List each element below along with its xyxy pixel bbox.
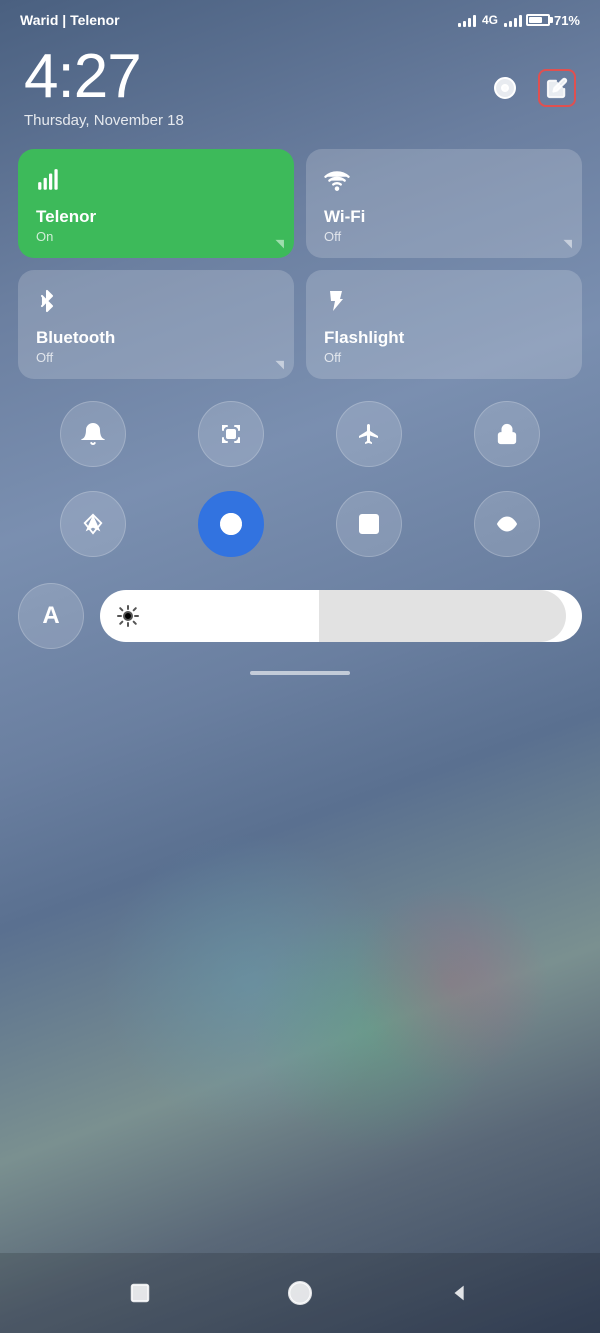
screenshot-btn[interactable] bbox=[198, 401, 264, 467]
wifi-label: Wi-Fi bbox=[324, 207, 564, 227]
time-icons bbox=[486, 69, 576, 107]
nav-bar bbox=[0, 1253, 600, 1333]
telenor-sublabel: On bbox=[36, 229, 276, 244]
font-label: A bbox=[42, 602, 59, 630]
bottom-row: A bbox=[0, 573, 600, 659]
home-indicator bbox=[0, 659, 600, 683]
location-btn[interactable] bbox=[60, 491, 126, 557]
tile-wifi[interactable]: Wi-Fi Off ◥ bbox=[306, 149, 582, 258]
time-section: 4:27 Thursday, November 18 bbox=[0, 36, 600, 149]
network-badge: 4G bbox=[482, 13, 498, 27]
nav-back-btn[interactable] bbox=[442, 1275, 478, 1311]
bluetooth-label: Bluetooth bbox=[36, 328, 276, 348]
bluetooth-sublabel: Off bbox=[36, 350, 276, 365]
signal-bars-1 bbox=[458, 13, 476, 27]
bar1 bbox=[504, 23, 507, 27]
scan-btn[interactable] bbox=[336, 491, 402, 557]
brightness-slider[interactable] bbox=[100, 590, 582, 642]
tiles-grid: Telenor On ◥ Wi-Fi Off ◥ bbox=[0, 149, 600, 379]
flashlight-label: Flashlight bbox=[324, 328, 564, 348]
brightness-track bbox=[116, 590, 566, 642]
bar3 bbox=[514, 18, 517, 27]
font-btn[interactable]: A bbox=[18, 583, 84, 649]
tile-telenor[interactable]: Telenor On ◥ bbox=[18, 149, 294, 258]
airplane-btn[interactable] bbox=[336, 401, 402, 467]
round-buttons-row-2 bbox=[0, 483, 600, 565]
sound-btn[interactable] bbox=[60, 401, 126, 467]
battery-icon bbox=[526, 14, 550, 26]
battery-percent: 71% bbox=[554, 13, 580, 28]
wifi-icon bbox=[324, 167, 564, 199]
bar4 bbox=[519, 15, 522, 27]
bar2 bbox=[463, 21, 466, 27]
privacy-btn[interactable] bbox=[474, 491, 540, 557]
wifi-sublabel: Off bbox=[324, 229, 564, 244]
nav-home-btn[interactable] bbox=[282, 1275, 318, 1311]
settings-icon-btn[interactable] bbox=[486, 69, 524, 107]
flashlight-sublabel: Off bbox=[324, 350, 564, 365]
bar3 bbox=[468, 18, 471, 27]
tile-flashlight[interactable]: Flashlight Off bbox=[306, 270, 582, 379]
status-bar: Warid | Telenor 4G bbox=[0, 0, 600, 36]
battery-body bbox=[526, 14, 550, 26]
telenor-label: Telenor bbox=[36, 207, 276, 227]
home-bar bbox=[250, 671, 350, 675]
date-display: Thursday, November 18 bbox=[24, 112, 184, 129]
tile-bluetooth[interactable]: Bluetooth Off ◥ bbox=[18, 270, 294, 379]
bluetooth-arrow: ◥ bbox=[276, 358, 284, 371]
telenor-arrow: ◥ bbox=[276, 237, 284, 250]
round-buttons-row-1 bbox=[0, 393, 600, 475]
bar4 bbox=[473, 15, 476, 27]
brightness-icon bbox=[116, 604, 140, 628]
nav-recent-btn[interactable] bbox=[122, 1275, 158, 1311]
bluetooth-icon bbox=[36, 288, 276, 320]
signal-bars-2 bbox=[504, 13, 522, 27]
edit-icon-btn[interactable] bbox=[538, 69, 576, 107]
battery-fill bbox=[529, 17, 542, 23]
time-date: 4:27 Thursday, November 18 bbox=[24, 46, 184, 129]
autorotate-btn[interactable] bbox=[198, 491, 264, 557]
bar1 bbox=[458, 23, 461, 27]
flashlight-icon bbox=[324, 288, 564, 320]
telenor-icon bbox=[36, 167, 276, 199]
status-right: 4G 71% bbox=[458, 13, 580, 28]
carrier-label: Warid | Telenor bbox=[20, 12, 120, 28]
time-display: 4:27 bbox=[24, 46, 184, 108]
brightness-unfilled bbox=[319, 590, 567, 642]
lock-btn[interactable] bbox=[474, 401, 540, 467]
bar2 bbox=[509, 21, 512, 27]
wifi-arrow: ◥ bbox=[564, 237, 572, 250]
